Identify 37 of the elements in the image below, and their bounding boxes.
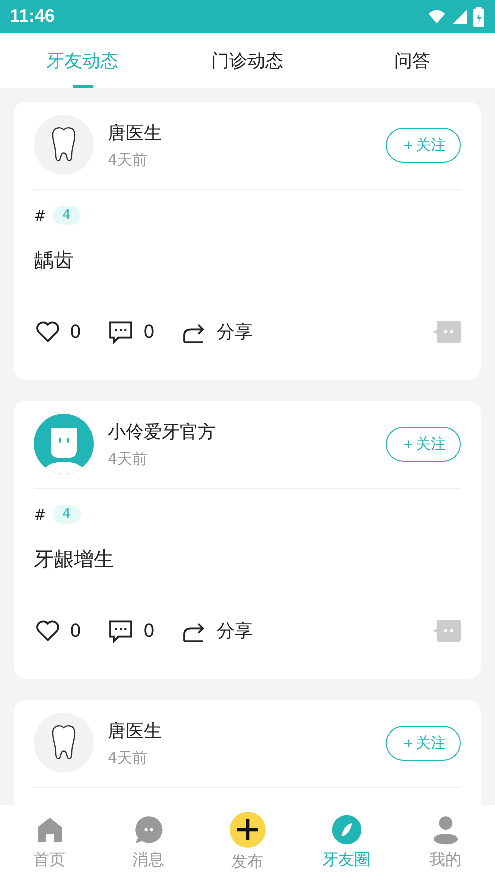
nav-label[interactable]: 我的 (430, 850, 462, 871)
comment-count: 0 (143, 322, 155, 342)
share-label[interactable]: 分享 (216, 320, 253, 344)
follow-button[interactable]: ＋关注 (386, 726, 461, 760)
wifi-icon (427, 8, 447, 26)
tab[interactable]: 问答 (394, 33, 430, 88)
follow-button[interactable]: ＋关注 (386, 128, 461, 162)
comment-count: 0 (143, 620, 155, 642)
nav-label[interactable]: 发布 (232, 852, 264, 873)
nav-label[interactable]: 消息 (132, 850, 164, 871)
tooth-avatar (34, 713, 94, 773)
nav-label[interactable]: 牙友圈 (322, 850, 370, 871)
status-time: 11:46 (10, 6, 56, 27)
topic-tag[interactable]: 4 (52, 206, 81, 225)
post-time: 4天前 (108, 150, 149, 170)
tooth-avatar (34, 115, 94, 175)
nav-label[interactable]: 首页 (34, 850, 66, 871)
like-count: 0 (70, 620, 82, 642)
share-label[interactable]: 分享 (216, 619, 253, 643)
plus-icon[interactable] (230, 812, 266, 848)
author-name: 唐医生 (108, 122, 163, 144)
signal-icon (451, 8, 469, 26)
post-text: 牙龈增生 (34, 546, 115, 573)
battery-icon (473, 6, 485, 26)
hash-mark: # (34, 206, 47, 224)
tab[interactable]: 门诊动态 (212, 33, 284, 88)
tab[interactable]: 牙友动态 (46, 33, 118, 88)
like-count: 0 (70, 322, 82, 342)
author-name: 小伶爱牙官方 (108, 420, 217, 444)
post-text: 龋齿 (34, 247, 75, 274)
follow-button[interactable]: ＋关注 (386, 426, 461, 462)
author-name: 唐医生 (108, 720, 163, 742)
message-icon[interactable] (132, 814, 164, 846)
post-time: 4天前 (108, 748, 149, 768)
post-time: 4天前 (108, 450, 149, 468)
topic-tag[interactable]: 4 (52, 505, 81, 524)
hash-mark: # (34, 506, 47, 524)
